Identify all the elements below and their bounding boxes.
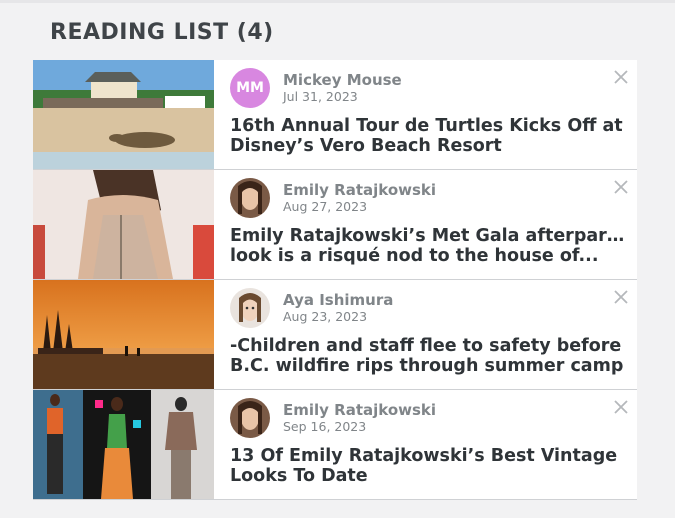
author-avatar — [230, 288, 270, 328]
close-icon[interactable] — [613, 69, 629, 85]
headline-line: B.C. wildfire rips through summer camp — [230, 356, 624, 376]
article-thumbnail-gown[interactable] — [33, 170, 214, 279]
headline-line: 13 Of Emily Ratajkowski’s Best Vintage — [230, 446, 618, 466]
top-divider — [0, 0, 675, 3]
publish-date: Aug 23, 2023 — [283, 309, 368, 324]
list-item[interactable]: Emily Ratajkowski Aug 27, 2023 Emily Rat… — [33, 170, 637, 280]
publish-date: Jul 31, 2023 — [283, 89, 358, 104]
headline-line: 16th Annual Tour de Turtles Kicks Off at — [230, 116, 623, 136]
headline-line: Disney’s Vero Beach Resort — [230, 136, 502, 156]
publish-date: Aug 27, 2023 — [283, 199, 368, 214]
headline-line: Emily Ratajkowski’s Met Gala afterparty — [230, 226, 625, 246]
article-headline[interactable]: Emily Ratajkowski’s Met Gala afterparty … — [230, 226, 625, 266]
article-thumbnail-wildfire[interactable] — [33, 280, 214, 389]
list-item[interactable]: Emily Ratajkowski Sep 16, 2023 13 Of Emi… — [33, 390, 637, 500]
article-thumbnail-turtle[interactable] — [33, 60, 214, 169]
author-name: Emily Ratajkowski — [283, 401, 437, 419]
author-name: Aya Ishimura — [283, 291, 394, 309]
list-item[interactable]: MM Mickey Mouse Jul 31, 2023 16th Annual… — [33, 60, 637, 170]
article-headline[interactable]: -Children and staff flee to safety befor… — [230, 336, 625, 376]
close-icon[interactable] — [613, 179, 629, 195]
close-icon[interactable] — [613, 399, 629, 415]
article-headline[interactable]: 13 Of Emily Ratajkowski’s Best Vintage L… — [230, 446, 625, 486]
list-item[interactable]: Aya Ishimura Aug 23, 2023 -Children and … — [33, 280, 637, 390]
author-avatar: MM — [230, 68, 270, 108]
headline-line: -Children and staff flee to safety befor… — [230, 336, 622, 356]
page-title: READING LIST (4) — [50, 20, 274, 45]
article-thumbnail-outfits[interactable] — [33, 390, 214, 499]
publish-date: Sep 16, 2023 — [283, 419, 367, 434]
close-icon[interactable] — [613, 289, 629, 305]
article-headline[interactable]: 16th Annual Tour de Turtles Kicks Off at… — [230, 116, 625, 156]
reading-list: MM Mickey Mouse Jul 31, 2023 16th Annual… — [33, 60, 637, 500]
author-name: Emily Ratajkowski — [283, 181, 437, 199]
headline-line: look is a risqué nod to the house of... — [230, 246, 599, 266]
headline-line: Looks To Date — [230, 466, 368, 486]
author-avatar — [230, 398, 270, 438]
author-avatar — [230, 178, 270, 218]
author-name: Mickey Mouse — [283, 71, 402, 89]
